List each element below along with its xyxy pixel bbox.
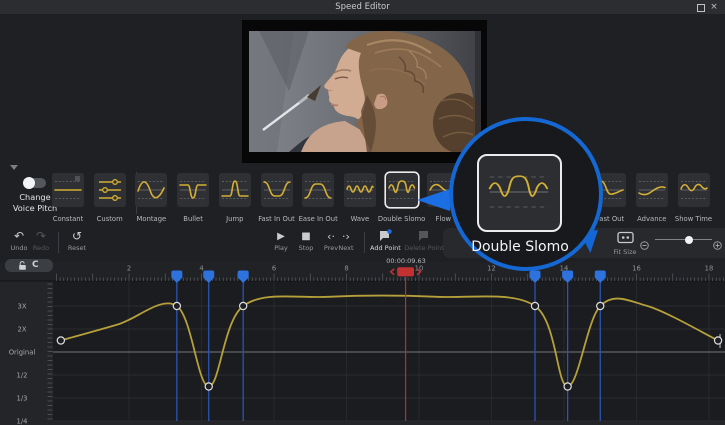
undo-button[interactable]: ↶ Undo	[8, 229, 30, 256]
zoom-in-button[interactable]	[713, 235, 722, 244]
preset-curve-icon	[52, 173, 84, 207]
add-point-button[interactable]: Add Point	[370, 229, 400, 256]
speed-graph[interactable]: 3X2XOriginal1/21/31/424681012141618	[0, 262, 725, 425]
toolbar-divider	[364, 232, 365, 253]
curve-point[interactable]	[597, 302, 604, 309]
ruler-number: 16	[632, 265, 641, 273]
curve-point[interactable]	[240, 302, 247, 309]
magnifier-label: Double Slomo	[453, 239, 587, 255]
preset-tile-ease-in-out[interactable]	[302, 173, 334, 207]
curve-point[interactable]	[205, 383, 212, 390]
next-icon: ·›	[335, 229, 357, 244]
preset-curve-icon	[94, 173, 126, 207]
preset-curve-icon	[344, 173, 376, 207]
ruler-number: 4	[199, 265, 203, 273]
stop-icon: ■	[292, 229, 320, 244]
video-preview	[242, 20, 487, 163]
speed-row-label: 2X	[18, 325, 27, 333]
add-point-icon	[370, 229, 400, 244]
speed-row-label: 1/4	[17, 417, 28, 425]
magnifier-callout: Double Slomo	[449, 117, 603, 271]
preset-tile-show-time[interactable]	[678, 173, 710, 207]
reset-button[interactable]: ↺ Reset	[64, 229, 90, 256]
delete-point-button[interactable]: Delete Point	[402, 229, 446, 256]
preset-tile-bullet[interactable]	[177, 173, 209, 207]
preset-curve-icon	[636, 173, 668, 207]
zoom-out-button[interactable]	[640, 235, 649, 244]
time-display: 00:00:09.63	[378, 257, 434, 265]
speed-row-label: 1/2	[17, 371, 28, 379]
redo-icon: ↷	[30, 229, 52, 244]
delete-point-icon	[402, 229, 446, 244]
fit-size-icon	[617, 229, 634, 248]
ruler-number: 18	[705, 265, 714, 273]
preset-tile-wave[interactable]	[344, 173, 376, 207]
close-icon[interactable]: ×	[710, 3, 718, 11]
undo-icon: ↶	[8, 229, 30, 244]
curve-point[interactable]	[173, 302, 180, 309]
maximize-icon[interactable]	[697, 4, 705, 12]
preset-curve-icon	[386, 173, 418, 207]
lock-icon[interactable]	[17, 260, 28, 271]
curve-mode-icon[interactable]: C	[32, 260, 39, 270]
titlebar: Speed Editor ×	[0, 0, 725, 14]
playhead[interactable]	[397, 267, 414, 276]
zoom-slider-handle[interactable]	[685, 236, 693, 244]
preset-curve-icon	[135, 173, 167, 207]
preset-tile-advance[interactable]	[636, 173, 668, 207]
speed-row-label: 1/3	[17, 394, 28, 402]
window-title: Speed Editor	[0, 0, 725, 14]
preset-curve-icon	[219, 173, 251, 207]
curve-point[interactable]	[57, 337, 64, 344]
reset-icon: ↺	[64, 229, 90, 244]
curve-point[interactable]	[531, 302, 538, 309]
fit-size-button[interactable]: Fit Size	[610, 229, 640, 257]
preview-photo-art	[249, 31, 481, 152]
curve-point[interactable]	[564, 383, 571, 390]
preset-curve-icon	[261, 173, 293, 207]
stop-button[interactable]: ■ Stop	[292, 229, 320, 256]
redo-button[interactable]: ↷ Redo	[30, 229, 52, 256]
ruler-number: 6	[272, 265, 276, 273]
preset-tile-constant[interactable]	[52, 173, 84, 207]
preset-strip: ConstantCustomMontageBulletJumpFast In O…	[0, 168, 725, 226]
next-button[interactable]: ·› Next	[335, 229, 357, 256]
zoom-slider[interactable]	[655, 239, 712, 241]
play-icon: ▶	[267, 229, 295, 244]
ruler-number: 2	[127, 265, 131, 273]
preset-curve-icon	[678, 173, 710, 207]
preset-tile-double-slomo[interactable]	[386, 173, 418, 207]
preset-curve-icon	[177, 173, 209, 207]
curve-lock-group: C	[5, 259, 53, 272]
curve-point[interactable]	[714, 337, 721, 344]
preset-tile-custom[interactable]	[94, 173, 126, 207]
speed-row-label: 3X	[18, 302, 27, 310]
preset-tile-fast-in-out[interactable]	[261, 173, 293, 207]
ruler-number: 12	[487, 265, 496, 273]
preset-curve-icon	[302, 173, 334, 207]
speed-row-label: Original	[9, 348, 36, 356]
preset-tile-montage[interactable]	[135, 173, 167, 207]
ruler-number: 8	[344, 265, 348, 273]
magnifier-preset-thumbnail	[477, 154, 562, 232]
play-button[interactable]: ▶ Play	[267, 229, 295, 256]
preset-label: Show Time	[664, 215, 724, 223]
preview-photo	[249, 31, 481, 152]
toolbar-divider	[58, 232, 59, 253]
preset-tile-jump[interactable]	[219, 173, 251, 207]
